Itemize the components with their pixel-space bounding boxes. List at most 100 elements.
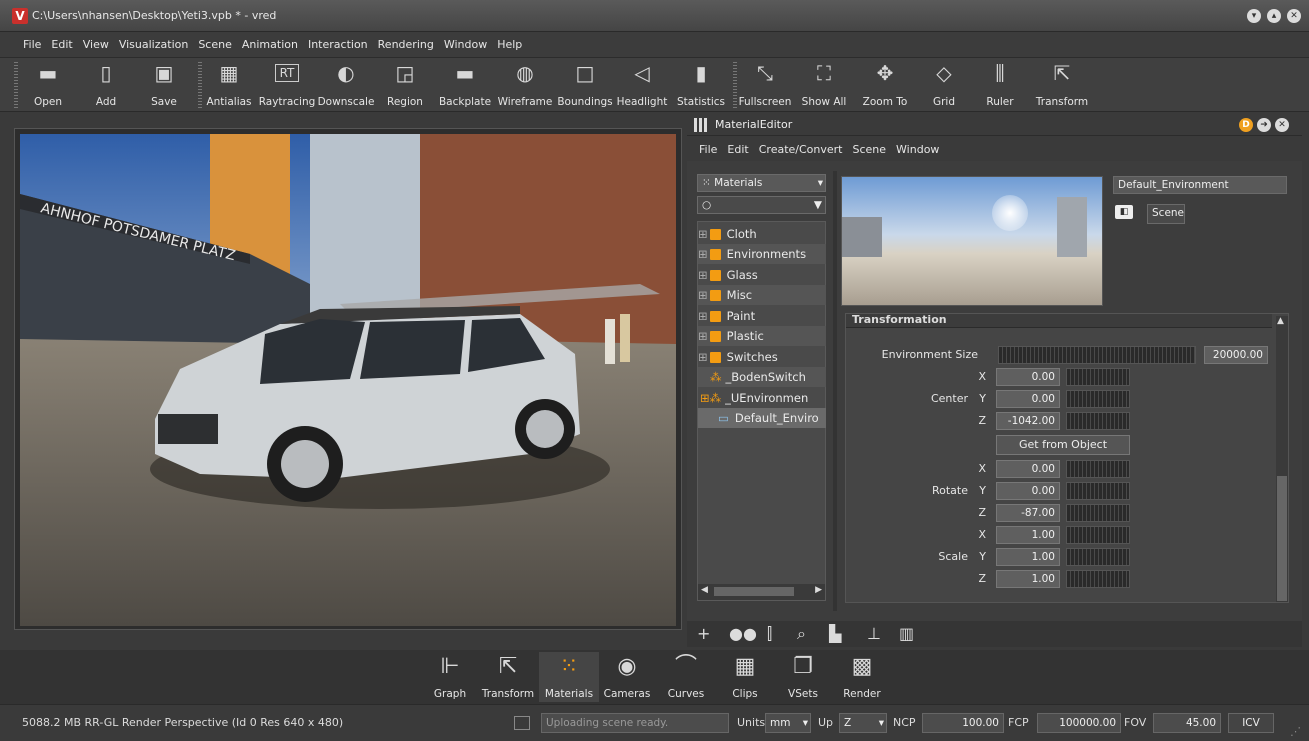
statistics-button[interactable]: ▮ Statistics — [674, 61, 728, 111]
get-from-object-button[interactable]: Get from Object — [996, 435, 1130, 455]
transform-button[interactable]: ⇱ Transform — [1032, 61, 1092, 111]
properties-scrollbar[interactable]: ▲ — [1276, 316, 1288, 602]
tree-item-default-environment[interactable]: ▭ Default_Enviro — [698, 408, 826, 428]
materials-button[interactable]: ⁙ Materials — [539, 652, 599, 702]
rotate-z-value[interactable]: -87.00 — [996, 504, 1060, 522]
fov-input[interactable]: 45.00 — [1153, 713, 1221, 733]
tag-icon[interactable]: ◧ — [1115, 205, 1133, 219]
environment-size-value[interactable]: 20000.00 — [1204, 346, 1268, 364]
fullscreen-button[interactable]: ⤡ Fullscreen — [738, 61, 792, 111]
vsets-button[interactable]: ❐ VSets — [773, 652, 833, 702]
menu-window[interactable]: Window — [439, 32, 492, 58]
graph-button[interactable]: ⊩ Graph — [420, 652, 480, 702]
wireframe-button[interactable]: ◍ Wireframe — [495, 61, 555, 111]
apply-icon[interactable]: ▙ — [829, 624, 841, 643]
center-z-slider[interactable] — [1066, 412, 1130, 430]
ncp-input[interactable]: 100.00 — [922, 713, 1004, 733]
center-x-slider[interactable] — [1066, 368, 1130, 386]
assign-icon[interactable]: ⫿ — [767, 624, 772, 644]
render-viewport[interactable]: AHNHOF POTSDAMER PLATZ — [20, 134, 676, 626]
backplate-button[interactable]: ▬ Backplate — [438, 61, 492, 111]
scene-button[interactable]: Scene — [1147, 204, 1185, 224]
raytracing-button[interactable]: RT Raytracing — [257, 61, 317, 111]
save-button[interactable]: ▣ Save — [144, 61, 184, 111]
menu-file[interactable]: File — [18, 32, 46, 58]
brush-icon[interactable]: ⊥ — [867, 624, 881, 643]
add-material-icon[interactable]: + — [697, 624, 710, 643]
zoom-to-button[interactable]: ✥ Zoom To — [858, 61, 912, 111]
menu-visualization[interactable]: Visualization — [114, 32, 193, 58]
ruler-button[interactable]: ⫼ Ruler — [980, 61, 1020, 111]
select-nodes-icon[interactable]: ⌕ — [797, 624, 806, 644]
center-y-slider[interactable] — [1066, 390, 1130, 408]
menu-edit[interactable]: Edit — [46, 32, 77, 58]
tree-item-paint[interactable]: ⊞ Paint — [698, 306, 826, 326]
icv-button[interactable]: ICV — [1228, 713, 1274, 733]
antialias-button[interactable]: ▦ Antialias — [206, 61, 252, 111]
tree-item-bodenswitch[interactable]: ⁂ _BodenSwitch — [698, 367, 826, 387]
float-icon[interactable]: ➜ — [1257, 118, 1271, 132]
panel-splitter[interactable] — [833, 171, 837, 611]
me-menu-scene[interactable]: Scene — [848, 137, 892, 163]
resize-grip-icon[interactable]: ⋰ — [1290, 725, 1301, 738]
boundings-button[interactable]: □ Boundings — [555, 61, 615, 111]
me-menu-file[interactable]: File — [694, 137, 722, 163]
panel-close-icon[interactable]: ✕ — [1275, 118, 1289, 132]
add-button[interactable]: ▯ Add — [86, 61, 126, 111]
render-button[interactable]: ▩ Render — [832, 652, 892, 702]
tree-item-environments[interactable]: ⊞ Environments — [698, 244, 826, 264]
duplicate-icon[interactable]: ●● — [729, 624, 757, 643]
menu-rendering[interactable]: Rendering — [373, 32, 439, 58]
scale-x-value[interactable]: 1.00 — [996, 526, 1060, 544]
rotate-x-slider[interactable] — [1066, 460, 1130, 478]
transform-module-button[interactable]: ⇱ Transform — [478, 652, 538, 702]
rotate-z-slider[interactable] — [1066, 504, 1130, 522]
dock-icon[interactable]: D — [1239, 118, 1253, 132]
rotate-y-value[interactable]: 0.00 — [996, 482, 1060, 500]
me-menu-edit[interactable]: Edit — [722, 137, 753, 163]
maximize-icon[interactable]: ▴ — [1267, 9, 1281, 23]
tree-horizontal-scrollbar[interactable]: ◀ ▶ — [698, 584, 825, 600]
material-name-field[interactable]: Default_Environment — [1113, 176, 1287, 194]
fcp-input[interactable]: 100000.00 — [1037, 713, 1121, 733]
units-select[interactable]: mm ▾ — [765, 713, 811, 733]
materials-dropdown[interactable]: ⁙ Materials ▾ — [697, 174, 826, 192]
scale-y-slider[interactable] — [1066, 548, 1130, 566]
show-all-button[interactable]: ⛶ Show All — [798, 61, 850, 111]
minimize-icon[interactable]: ▾ — [1247, 9, 1261, 23]
rotate-x-value[interactable]: 0.00 — [996, 460, 1060, 478]
center-z-value[interactable]: -1042.00 — [996, 412, 1060, 430]
menu-help[interactable]: Help — [492, 32, 527, 58]
curves-button[interactable]: ⌒ Curves — [656, 652, 716, 702]
environment-size-slider[interactable] — [998, 346, 1196, 364]
center-y-value[interactable]: 0.00 — [996, 390, 1060, 408]
scale-x-slider[interactable] — [1066, 526, 1130, 544]
tree-item-switches[interactable]: ⊞ Switches — [698, 347, 826, 367]
material-search-input[interactable]: ○ ▼ — [697, 196, 826, 214]
scale-z-slider[interactable] — [1066, 570, 1130, 588]
headlight-button[interactable]: ◁ Headlight — [614, 61, 670, 111]
scale-y-value[interactable]: 1.00 — [996, 548, 1060, 566]
region-button[interactable]: ◲ Region — [383, 61, 427, 111]
clips-button[interactable]: ▦ Clips — [715, 652, 775, 702]
cameras-button[interactable]: ◉ Cameras — [597, 652, 657, 702]
tree-item-plastic[interactable]: ⊞ Plastic — [698, 326, 826, 346]
tree-item-glass[interactable]: ⊞ Glass — [698, 265, 826, 285]
rotate-y-slider[interactable] — [1066, 482, 1130, 500]
menu-animation[interactable]: Animation — [237, 32, 303, 58]
center-x-value[interactable]: 0.00 — [996, 368, 1060, 386]
tree-item-uenvironment[interactable]: ⊞⁂ _UEnvironmen — [698, 388, 826, 408]
tree-item-cloth[interactable]: ⊞ Cloth — [698, 224, 826, 244]
menu-view[interactable]: View — [78, 32, 114, 58]
menu-interaction[interactable]: Interaction — [303, 32, 373, 58]
console-icon[interactable] — [514, 716, 530, 730]
menu-scene[interactable]: Scene — [193, 32, 237, 58]
section-header-transformation[interactable]: Transformation — [846, 314, 1272, 328]
up-axis-select[interactable]: Z ▾ — [839, 713, 887, 733]
close-icon[interactable]: ✕ — [1287, 9, 1301, 23]
tree-item-misc[interactable]: ⊞ Misc — [698, 285, 826, 305]
downscale-button[interactable]: ◐ Downscale — [316, 61, 376, 111]
me-menu-create-convert[interactable]: Create/Convert — [754, 137, 848, 163]
scale-z-value[interactable]: 1.00 — [996, 570, 1060, 588]
grid-button[interactable]: ◇ Grid — [922, 61, 966, 111]
